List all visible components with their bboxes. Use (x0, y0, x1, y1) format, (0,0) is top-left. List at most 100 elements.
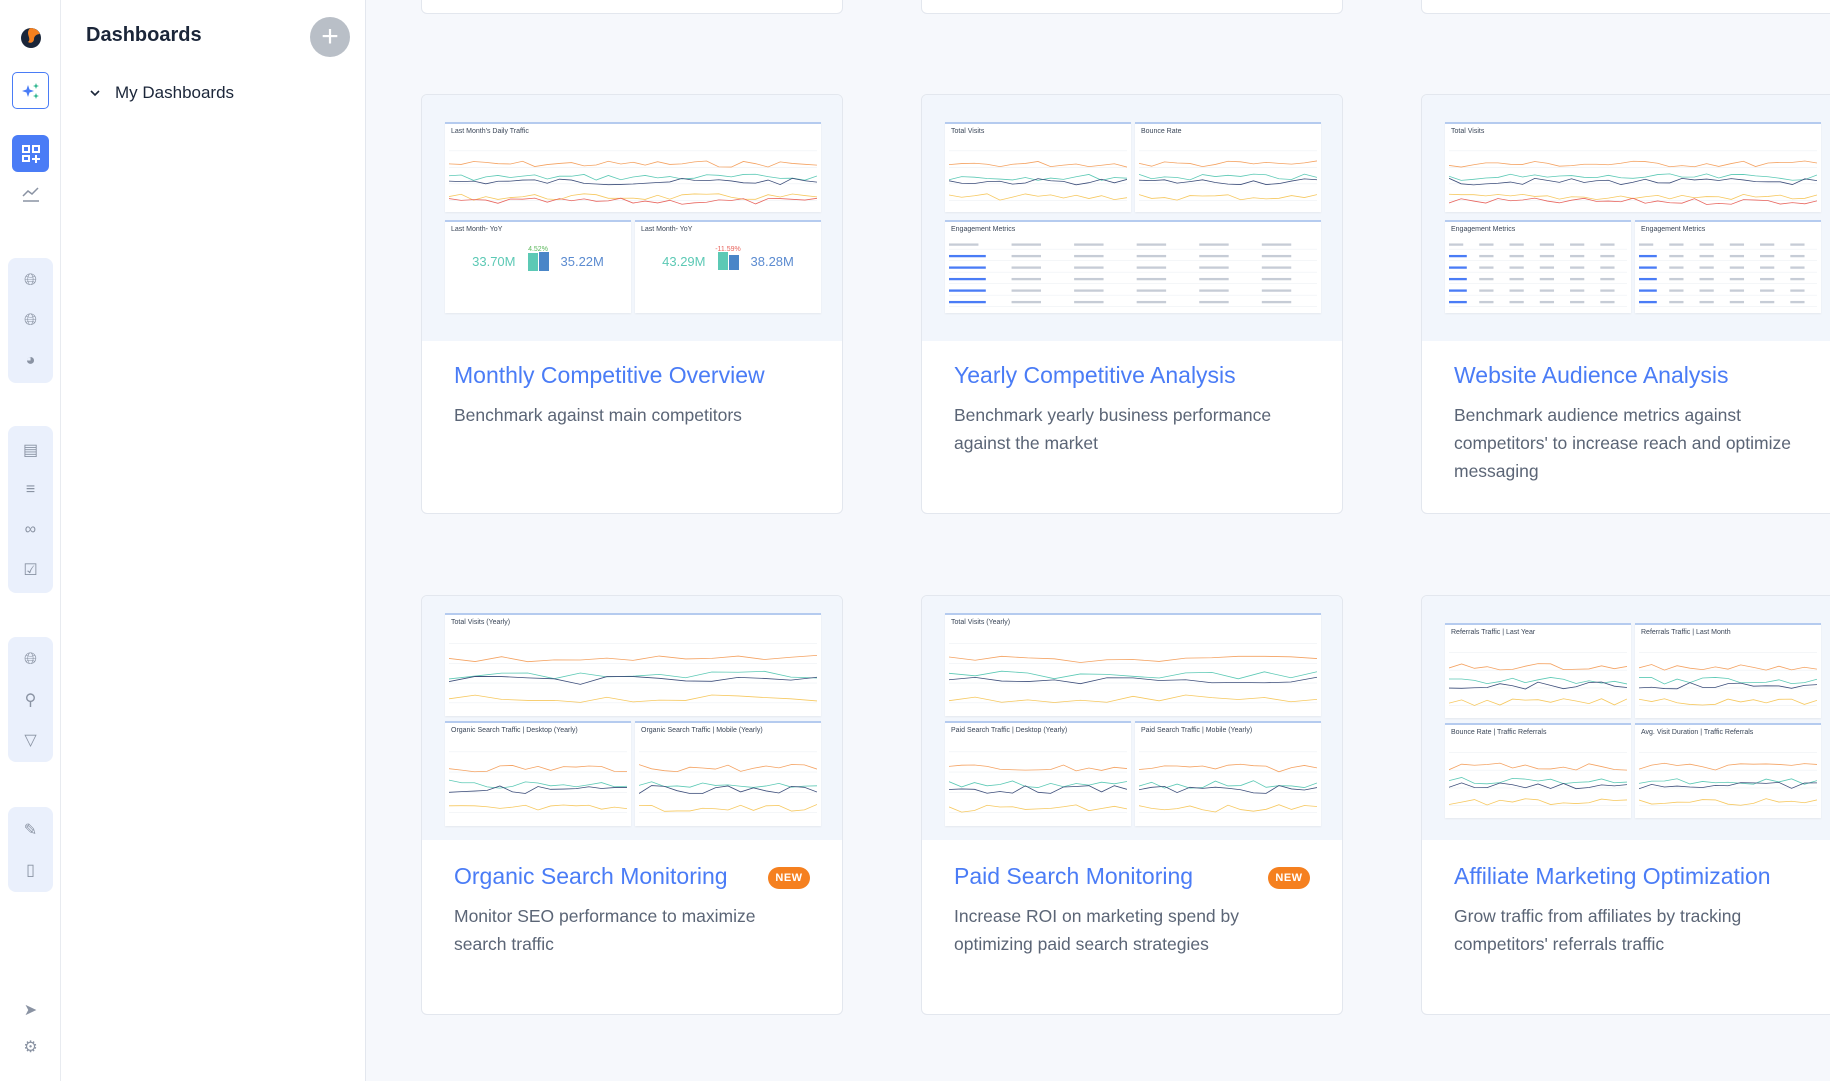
logo[interactable] (12, 19, 49, 56)
card-description: Benchmark against main competitors (454, 405, 742, 425)
dashboard-preview: Last Month's Daily Traffic Last Month- Yo… (422, 95, 842, 341)
preview-widget: Bounce Rate (1135, 122, 1321, 212)
widget-title: Last Month's Daily Traffic (451, 128, 529, 135)
widget-title: Engagement Metrics (1451, 226, 1516, 233)
widget-title: Total Visits (Yearly) (951, 619, 1011, 626)
card-description: Benchmark yearly business performance ag… (954, 405, 1272, 453)
series-line (1449, 763, 1627, 770)
tree-item-label: My Dashboards (115, 83, 235, 102)
table-thumbnail (1449, 243, 1627, 307)
dashboard-card-partial[interactable] (921, 0, 1343, 14)
search-icon[interactable]: ⚲ (12, 681, 49, 718)
yoy-widget: 4.52% 33.70M 35.22M (445, 246, 631, 271)
dashboard-card[interactable]: Total Visits Bounce Rate Engagement Metric… (921, 94, 1343, 514)
series-line (949, 161, 1127, 167)
widget-title: Referrals Traffic | Last Year (1451, 629, 1536, 636)
dashboard-card[interactable]: Total Visits (Yearly) Paid Search Traffic… (921, 595, 1343, 1015)
widget-title: Total Visits (Yearly) (451, 619, 511, 626)
globe-icon[interactable]: 🌐︎ (12, 262, 49, 299)
dashboards-icon[interactable] (12, 135, 49, 172)
series-line (1449, 677, 1627, 684)
card-title[interactable]: Yearly Competitive Analysis (954, 362, 1236, 389)
widget-title: Avg. Visit Duration | Traffic Referrals (1641, 729, 1754, 736)
add-dashboard-button[interactable]: + (310, 17, 350, 57)
series-line (949, 695, 1317, 703)
card-title[interactable]: Monthly Competitive Overview (454, 362, 765, 389)
chart-thumbnail (1449, 652, 1627, 714)
series-line (639, 764, 817, 771)
chart-thumbnail (449, 150, 817, 208)
checklist-icon[interactable]: ☑ (12, 551, 49, 588)
widget-title: Paid Search Traffic | Desktop (Yearly) (951, 727, 1068, 734)
pie-chart-icon[interactable]: ◕ (12, 342, 49, 379)
preview-widget: Organic Search Traffic | Mobile (Yearly) (635, 721, 821, 826)
preview-widget: Avg. Visit Duration | Traffic Referrals (1635, 723, 1821, 818)
rocket-icon[interactable]: ➤ (12, 991, 49, 1028)
dashboard-preview: Referrals Traffic | Last Year Referrals T… (1422, 596, 1830, 840)
mobile-icon[interactable]: ▯ (12, 851, 49, 888)
yoy-change: 4.52% (528, 246, 548, 253)
bar-chart-icon[interactable]: ▤ (12, 431, 49, 468)
card-description: Monitor SEO performance to maximize sear… (454, 906, 756, 954)
yoy-change: -11.59% (715, 246, 741, 253)
dashboard-card[interactable]: Last Month's Daily Traffic Last Month- Yo… (421, 94, 843, 514)
series-line (449, 194, 817, 200)
yoy-widget: -11.59% 43.29M 38.28M (635, 246, 821, 270)
globe-trend-icon[interactable]: 🌐︎ (12, 302, 49, 339)
report-icon[interactable]: ✎ (12, 811, 49, 848)
card-title[interactable]: Paid Search Monitoring (954, 863, 1193, 890)
tree-item-my-dashboards[interactable]: My Dashboards (89, 83, 234, 103)
icon-rail: 🌐︎ 🌐︎ ◕ ▤ ≡ ∞ ☑ 🌐︎ ⚲ ▽ ✎ ▯ ➤ ⚙ (0, 0, 61, 1081)
preview-widget: Engagement Metrics (1445, 220, 1631, 313)
series-line (639, 804, 817, 811)
card-title[interactable]: Affiliate Marketing Optimization (1454, 863, 1771, 890)
gear-icon[interactable]: ⚙ (12, 1028, 49, 1065)
dashboard-card-partial[interactable] (421, 0, 843, 14)
dashboard-preview: Total Visits Engagement Metrics Engagement… (1422, 95, 1830, 341)
preview-widget: Bounce Rate | Traffic Referrals (1445, 723, 1631, 818)
link-icon[interactable]: ∞ (12, 511, 49, 548)
series-line (949, 805, 1127, 812)
series-line (1639, 699, 1817, 705)
chart-thumbnail (639, 751, 817, 813)
series-line (449, 765, 627, 771)
widget-title: Last Month- YoY (451, 226, 503, 233)
yoy-from: 33.70M (472, 254, 516, 269)
card-description: Increase ROI on marketing spend by optim… (954, 906, 1240, 954)
series-line (949, 656, 1317, 662)
keyword-search-icon[interactable]: ≡ (12, 471, 49, 508)
chart-thumbnail (1449, 752, 1627, 807)
dashboard-card[interactable]: Total Visits (Yearly) Organic Search Traf… (421, 595, 843, 1015)
series-line (1139, 764, 1317, 772)
funnel-icon[interactable]: ▽ (12, 721, 49, 758)
globe-trend-icon[interactable]: 🌐︎ (12, 641, 49, 678)
series-line (1449, 777, 1627, 783)
chart-thumbnail (1139, 751, 1317, 813)
widget-title: Paid Search Traffic | Mobile (Yearly) (1141, 727, 1253, 734)
chart-thumbnail (1139, 150, 1317, 201)
chart-thumbnail (949, 643, 1317, 704)
new-badge: NEW (1268, 867, 1310, 889)
dashboard-card[interactable]: Total Visits Engagement Metrics Engagement… (1421, 94, 1830, 514)
card-title[interactable]: Website Audience Analysis (1454, 362, 1728, 389)
ai-assistant-icon[interactable] (12, 72, 49, 109)
series-line (1449, 194, 1817, 199)
preview-widget: Referrals Traffic | Last Month (1635, 623, 1821, 718)
preview-widget: Last Month- YoY -11.59% 43.29M 38.28M (635, 220, 821, 313)
yoy-to: 35.22M (560, 254, 604, 269)
widget-title: Last Month- YoY (641, 226, 693, 233)
series-line (1639, 779, 1817, 785)
widget-title: Referrals Traffic | Last Month (1641, 629, 1731, 636)
series-line (1639, 799, 1817, 806)
dashboard-card-partial[interactable] (1421, 0, 1830, 14)
card-title[interactable]: Organic Search Monitoring (454, 863, 728, 890)
dashboard-card[interactable]: Referrals Traffic | Last Year Referrals T… (1421, 595, 1830, 1015)
dashboard-preview: Total Visits Bounce Rate Engagement Metric… (922, 95, 1342, 341)
widget-title: Engagement Metrics (951, 226, 1016, 233)
chart-thumbnail (949, 751, 1127, 813)
series-line (1449, 174, 1817, 180)
trends-icon[interactable] (12, 175, 49, 212)
series-line (1639, 763, 1817, 770)
new-badge: NEW (768, 867, 810, 889)
series-line (1639, 665, 1817, 671)
